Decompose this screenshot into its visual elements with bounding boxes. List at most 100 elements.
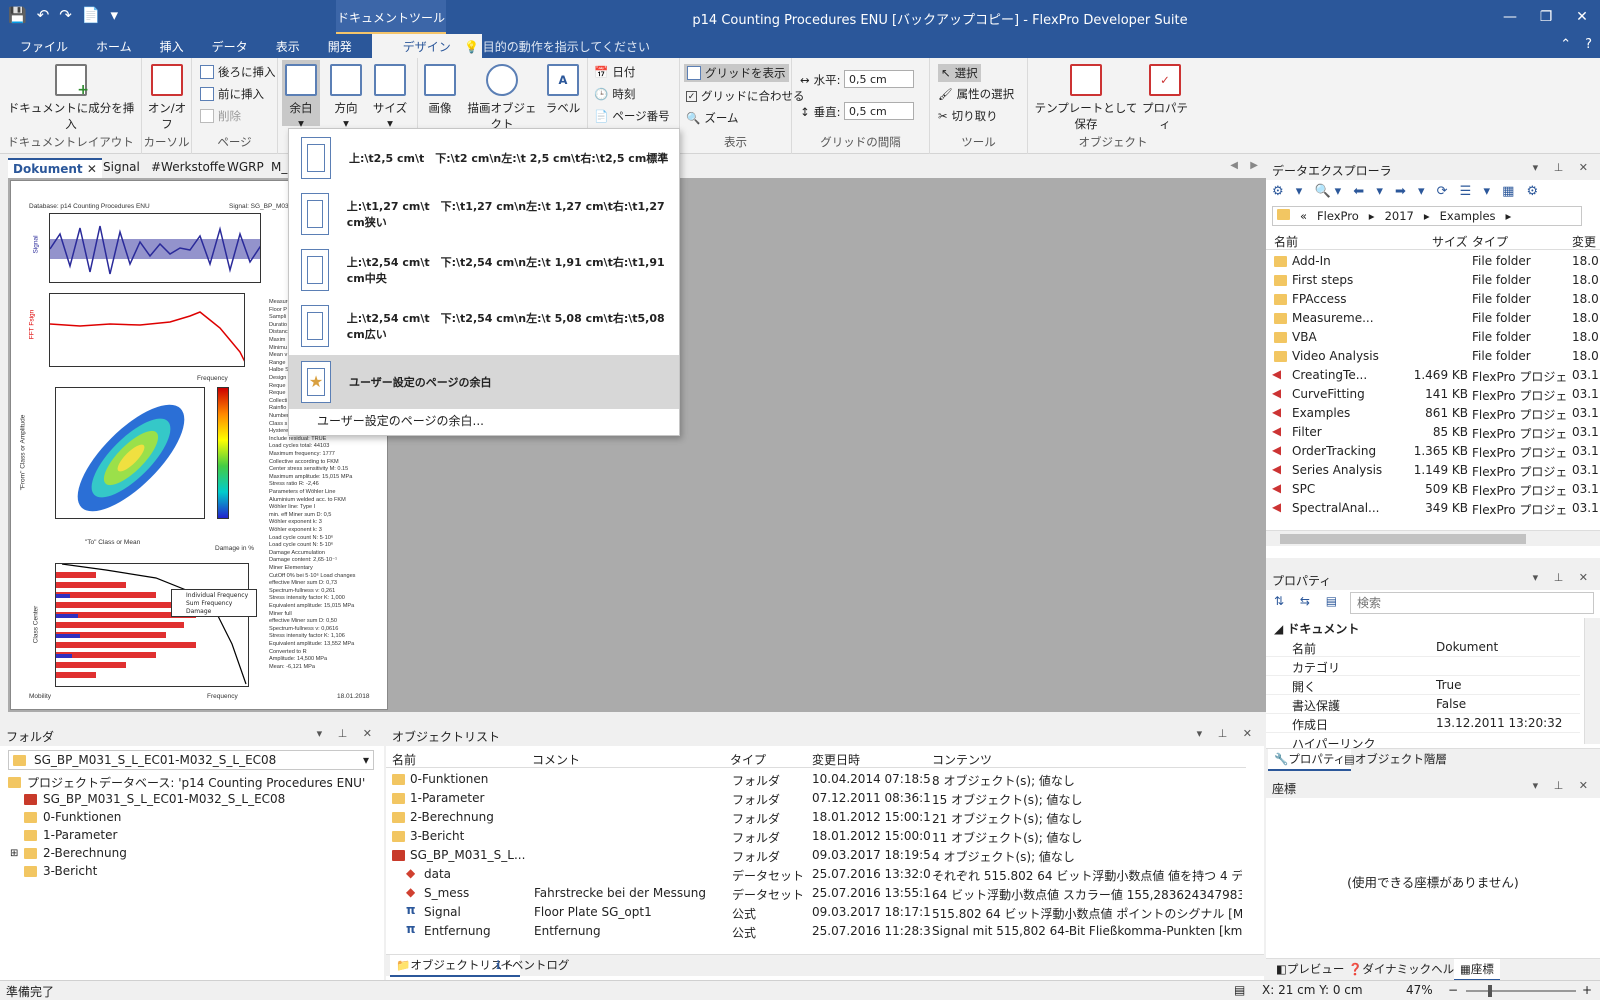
path-segment[interactable]: 2017 <box>1385 209 1414 223</box>
zoom-in-icon[interactable]: + <box>1582 983 1592 997</box>
object-row[interactable]: ◆ data データセット 25.07.2016 13:32:02 それぞれ 515.8… <box>386 865 1246 884</box>
explorer-row[interactable]: Add-In File folder 18.0 <box>1266 252 1600 271</box>
col-modified[interactable]: 変更日時 <box>812 751 860 768</box>
zoom-button[interactable]: 🔍 ズーム <box>686 110 738 126</box>
custom-margins-link[interactable]: ユーザー設定のページの余白... <box>317 412 484 429</box>
tab-scroll-left-icon[interactable]: ◀ <box>1230 160 1238 171</box>
drawing-object-button[interactable]: 描画オブジェクト <box>464 64 540 132</box>
tab-view[interactable]: 表示 <box>262 34 314 58</box>
explorer-row[interactable]: ◀Examples861 KBFlexPro プロジェ...03.1 <box>1266 404 1600 423</box>
col-name[interactable]: 名前 <box>392 751 416 768</box>
tab-home[interactable]: ホーム <box>82 34 146 58</box>
time-button[interactable]: 🕒 時刻 <box>594 86 635 102</box>
signal-plot[interactable] <box>49 213 261 283</box>
property-value[interactable]: Dokument <box>1436 640 1498 654</box>
tab-event-log[interactable]: ℹイベントログ <box>490 955 575 975</box>
path-segment[interactable]: FlexPro <box>1317 209 1359 223</box>
col-type[interactable]: タイプ <box>730 751 766 768</box>
size-button[interactable]: サイズ ▾ <box>370 64 410 130</box>
tree-node[interactable]: プロジェクトデータベース: 'p14 Counting Procedures E… <box>8 774 365 791</box>
sort-tools-icons[interactable]: ⇅ ⇆ ▤ <box>1274 594 1343 608</box>
object-row[interactable]: 2-Berechnung フォルダ 18.01.2012 15:00:10 21 オブ… <box>386 808 1246 827</box>
zoom-level[interactable]: 47% <box>1406 983 1433 997</box>
margins-button[interactable]: 余白 ▾ <box>282 60 320 130</box>
col-type[interactable]: タイプ <box>1472 233 1508 250</box>
scrollbar-thumb[interactable] <box>1280 534 1526 544</box>
object-row[interactable]: π Entfernung Entfernung 公式 25.07.2016 11:28:… <box>386 922 1246 941</box>
insert-after-button[interactable]: 後ろに挿入 <box>200 64 276 80</box>
delete-page-button[interactable]: 削除 <box>200 108 241 124</box>
properties-section[interactable]: ◢ ドキュメント <box>1274 620 1359 637</box>
col-content[interactable]: コンテンツ <box>932 751 992 768</box>
doc-tab-dokument[interactable]: Dokument ✕ <box>8 158 102 178</box>
orientation-button[interactable]: 方向 ▾ <box>326 64 366 130</box>
margin-preset-moderate[interactable]: 上:\t2,54 cm\t 下:\t2,54 cm\n左:\t 1,91 cm\… <box>289 243 679 297</box>
property-value[interactable]: False <box>1436 697 1466 711</box>
margin-preset-normal[interactable]: 上:\t2,5 cm\t 下:\t2 cm\n左:\t 2,5 cm\t右:\t… <box>289 131 679 185</box>
select-attributes-button[interactable]: 🖌 属性の選択 <box>938 86 1014 102</box>
explorer-toolbar[interactable]: ⚙ ▾ 🔍▾ ⬅ ▾ ➡ ▾ ⟳ ☰ ▾ ▦ ⚙ <box>1272 184 1542 199</box>
tab-develop[interactable]: 開発 <box>314 34 366 58</box>
explorer-row[interactable]: ◀Series Analysis1.149 KBFlexPro プロジェ...0… <box>1266 461 1600 480</box>
explorer-row[interactable]: ◀CreatingTe...1.469 KBFlexPro プロジェ...03.… <box>1266 366 1600 385</box>
property-row[interactable]: 開く True <box>1266 676 1580 695</box>
object-row[interactable]: 0-Funktionen フォルダ 10.04.2014 07:18:56 8 オブジ… <box>386 770 1246 789</box>
margin-preset-custom[interactable]: ★ ユーザー設定のページの余白 <box>289 355 679 409</box>
explorer-row[interactable]: FPAccess File folder 18.0 <box>1266 290 1600 309</box>
tab-dynamic-help[interactable]: ❓ダイナミックヘルプ <box>1342 959 1472 979</box>
explorer-row[interactable]: ◀SPC509 KBFlexPro プロジェ...03.1 <box>1266 480 1600 499</box>
explorer-row[interactable]: ◀OrderTracking1.365 KBFlexPro プロジェ...03.… <box>1266 442 1600 461</box>
tab-data[interactable]: データ <box>198 34 262 58</box>
doc-tab-werkstoffe[interactable]: #Werkstoffe <box>146 158 230 176</box>
tab-coordinates[interactable]: ▦座標 <box>1454 959 1500 981</box>
property-row[interactable]: 名前 Dokument <box>1266 638 1580 657</box>
explorer-row[interactable]: VBA File folder 18.0 <box>1266 328 1600 347</box>
pane-controls-icon[interactable]: ▾ ⊥ ✕ <box>1533 779 1594 792</box>
save-as-template-button[interactable]: テンプレートとして保存 <box>1034 64 1138 132</box>
insert-before-button[interactable]: 前に挿入 <box>200 86 264 102</box>
explorer-row[interactable]: Measureme... File folder 18.0 <box>1266 309 1600 328</box>
path-segment[interactable]: Examples <box>1440 209 1496 223</box>
properties-vertical-scrollbar[interactable] <box>1584 618 1600 744</box>
collapse-ribbon-icon[interactable]: ⌃ <box>1560 37 1571 52</box>
col-name[interactable]: 名前 <box>1274 233 1298 250</box>
label-button[interactable]: A ラベル <box>544 64 582 116</box>
properties-search-input[interactable] <box>1350 592 1594 614</box>
explorer-row[interactable]: ◀Filter85 KBFlexPro プロジェ...03.1 <box>1266 423 1600 442</box>
tree-node[interactable]: ⊞ 2-Berechnung <box>10 846 127 860</box>
cut-button[interactable]: ✂ 切り取り <box>938 108 998 124</box>
explorer-horizontal-scrollbar[interactable] <box>1266 530 1600 546</box>
tree-node[interactable]: 0-Funktionen <box>24 810 121 824</box>
vertical-spacing-input[interactable]: 0,5 cm <box>844 102 914 120</box>
pane-controls-icon[interactable]: ▾ ⊥ ✕ <box>317 727 378 740</box>
snap-to-grid-checkbox[interactable]: ✓ グリッドに合わせる <box>686 88 805 104</box>
expand-icon[interactable]: ⊞ <box>10 848 18 859</box>
pane-controls-icon[interactable]: ▾ ⊥ ✕ <box>1533 161 1594 174</box>
object-row[interactable]: 3-Bericht フォルダ 18.01.2012 15:00:00 11 オブジェク… <box>386 827 1246 846</box>
property-row[interactable]: 作成日 13.12.2011 13:20:32 <box>1266 714 1580 733</box>
explorer-row[interactable]: First steps File folder 18.0 <box>1266 271 1600 290</box>
zoom-slider-thumb[interactable] <box>1488 985 1492 997</box>
pane-controls-icon[interactable]: ▾ ⊥ ✕ <box>1533 571 1594 584</box>
object-row[interactable]: π Signal Floor Plate SG_opt1 公式 09.03.2017 1… <box>386 903 1246 922</box>
property-value[interactable]: True <box>1436 678 1462 692</box>
help-icon[interactable]: ? <box>1585 37 1592 52</box>
margin-preset-narrow[interactable]: 上:\t1,27 cm\t 下:\t1,27 cm\n左:\t 1,27 cm\… <box>289 187 679 241</box>
frequency-histogram[interactable] <box>55 563 249 687</box>
tab-insert[interactable]: 挿入 <box>146 34 198 58</box>
pane-controls-icon[interactable]: ▾ ⊥ ✕ <box>1197 727 1258 740</box>
tab-file[interactable]: ファイル <box>6 34 82 58</box>
tree-node[interactable]: 1-Parameter <box>24 828 117 842</box>
rainflow-matrix[interactable] <box>55 387 205 519</box>
show-grid-toggle[interactable]: グリッドを表示 <box>684 64 789 82</box>
folder-combo[interactable]: SG_BP_M031_S_L_EC01-M032_S_L_EC08 ▾ <box>8 750 374 770</box>
property-row[interactable]: 書込保護 False <box>1266 695 1580 714</box>
col-comment[interactable]: コメント <box>532 751 580 768</box>
object-row[interactable]: 1-Parameter フォルダ 07.12.2011 08:36:12 15 オブジ… <box>386 789 1246 808</box>
tree-node[interactable]: 3-Bericht <box>24 864 97 878</box>
fft-plot[interactable] <box>49 293 245 367</box>
property-value[interactable]: 13.12.2011 13:20:32 <box>1436 716 1562 730</box>
cursor-toggle-button[interactable]: オン/オフ <box>146 64 188 132</box>
close-icon[interactable]: ✕ <box>87 162 97 176</box>
tree-node[interactable]: SG_BP_M031_S_L_EC01-M032_S_L_EC08 <box>24 792 285 806</box>
